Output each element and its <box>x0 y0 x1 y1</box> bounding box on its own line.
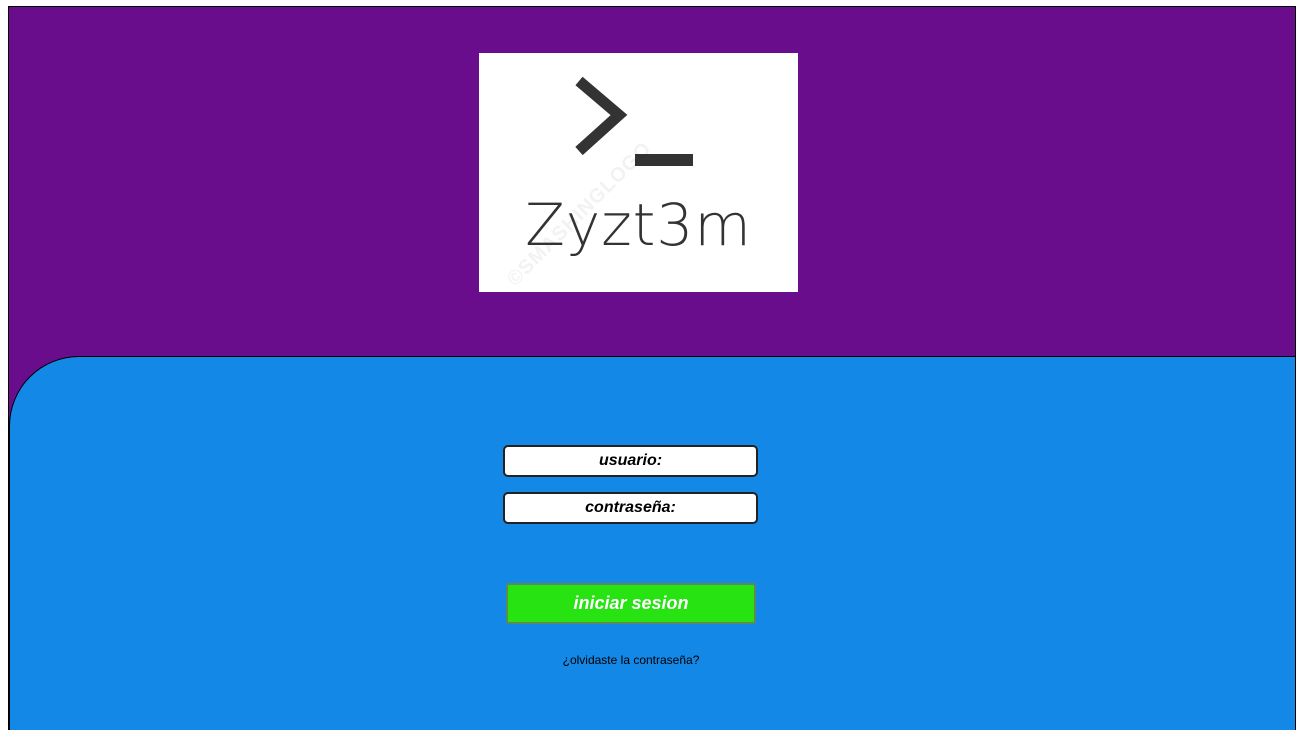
brand-name: Zyzt3m <box>525 191 752 259</box>
login-button[interactable]: iniciar sesion <box>506 583 756 624</box>
login-panel <box>9 356 1295 730</box>
username-input[interactable] <box>503 445 758 477</box>
brand-logo: ©SMASHINGLOGO Zyzt3m <box>479 53 798 292</box>
forgot-password-link[interactable]: ¿olvidaste la contraseña? <box>506 653 756 667</box>
password-input[interactable] <box>503 492 758 524</box>
